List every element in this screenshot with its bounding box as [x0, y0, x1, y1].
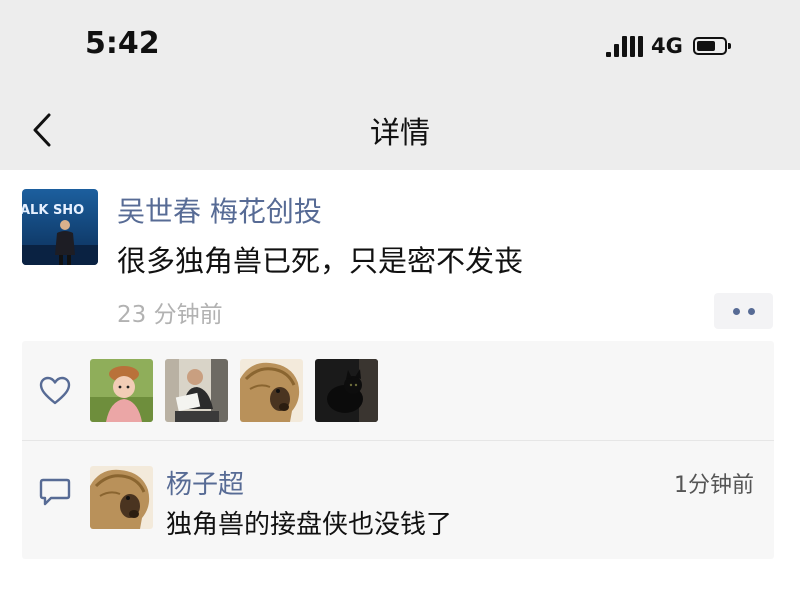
commenter-avatar[interactable]	[90, 466, 153, 529]
commenter-name[interactable]: 杨子超	[166, 464, 244, 501]
comment-time: 1分钟前	[674, 473, 754, 498]
svg-text:ALK SHO: ALK SHO	[22, 203, 84, 218]
comment-text[interactable]: 独角兽的接盘侠也没钱了	[166, 504, 452, 541]
status-time: 5:42	[85, 26, 160, 61]
top-bar: 5:42 4G 详情	[0, 0, 800, 170]
more-options-button[interactable]	[714, 293, 773, 329]
dot	[732, 307, 740, 315]
status-indicators: 4G	[606, 30, 731, 62]
liker-avatar-2[interactable]	[165, 359, 228, 422]
divider	[22, 440, 774, 441]
liker-avatar-1[interactable]	[90, 359, 153, 422]
likes-row	[22, 341, 774, 439]
comment-icon	[39, 478, 71, 506]
post-content: 很多独角兽已死，只是密不发丧	[117, 244, 524, 278]
liker-avatar-3[interactable]	[240, 359, 303, 422]
heart-icon	[39, 376, 71, 405]
liker-avatar-4[interactable]	[315, 359, 378, 422]
post-time: 23 分钟前	[117, 302, 223, 328]
network-type: 4G	[651, 34, 683, 58]
interactions-panel: 杨子超 1分钟前 独角兽的接盘侠也没钱了	[22, 341, 774, 559]
post-author[interactable]: 吴世春 梅花创投	[117, 190, 322, 230]
battery-icon	[692, 37, 731, 55]
signal-icon	[606, 35, 643, 57]
page-title: 详情	[370, 116, 430, 151]
author-avatar[interactable]: ALK SHO	[22, 189, 98, 265]
dot	[747, 307, 755, 315]
